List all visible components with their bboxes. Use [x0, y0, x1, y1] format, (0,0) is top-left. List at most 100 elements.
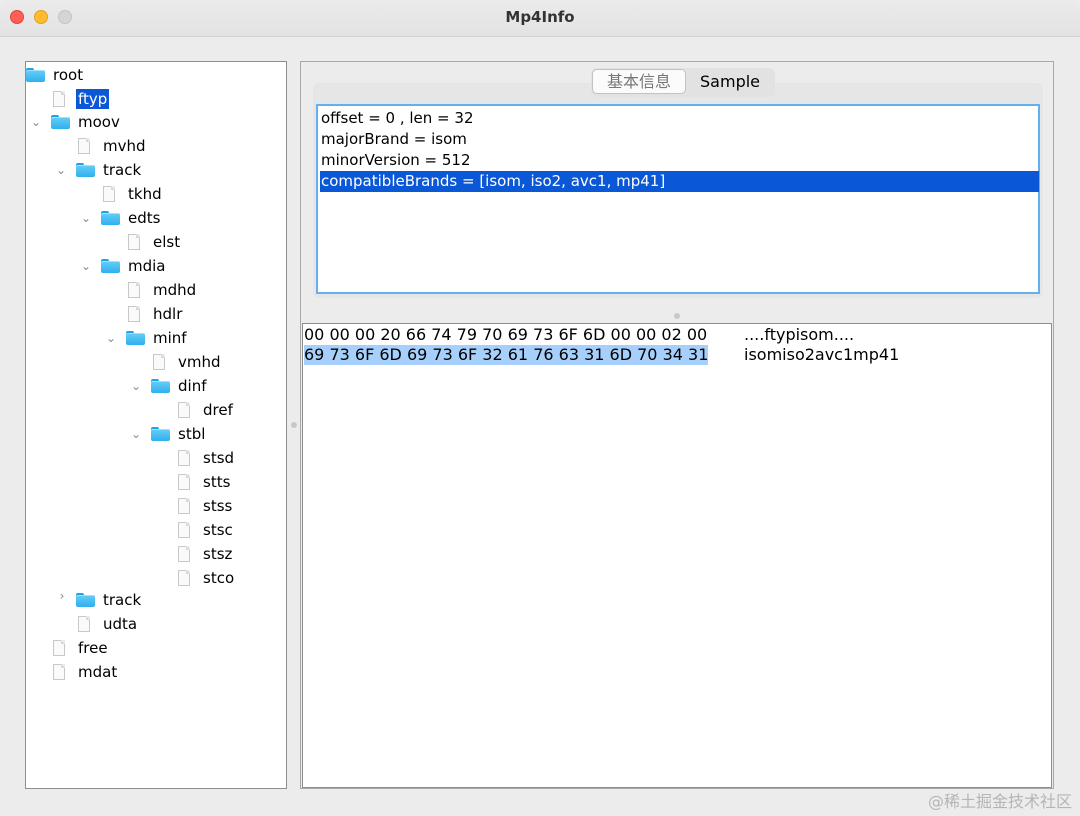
tree-node-stsc[interactable]: stsc — [178, 519, 235, 541]
file-icon — [128, 306, 140, 322]
box-info-list[interactable]: offset = 0 , len = 32 majorBrand = isom … — [316, 104, 1040, 294]
list-item[interactable]: compatibleBrands = [isom, iso2, avc1, mp… — [320, 171, 1039, 192]
tree-node-label: hdlr — [153, 305, 183, 323]
tree-node-root[interactable]: root — [26, 64, 85, 86]
tab-sample[interactable]: Sample — [686, 69, 774, 94]
tree-node-elst[interactable]: elst — [128, 231, 182, 253]
tree-node-mvhd[interactable]: mvhd — [78, 135, 148, 157]
file-icon — [53, 91, 65, 107]
ascii-line[interactable]: isomiso2avc1mp41 — [744, 345, 899, 365]
file-icon — [178, 522, 190, 538]
tab-basic-info[interactable]: 基本信息 — [592, 69, 687, 94]
tree-node-dref[interactable]: dref — [178, 399, 235, 421]
tab-bar: 基本信息 Sample — [591, 68, 776, 97]
tree-node-label: moov — [78, 113, 120, 131]
chevron-down-icon[interactable]: ⌄ — [30, 116, 42, 128]
tree-node-label: root — [53, 66, 84, 84]
file-icon — [53, 664, 65, 680]
tree-node-label: track — [103, 591, 142, 609]
tree-node-stbl[interactable]: stbl — [151, 423, 207, 445]
tree-node-mdhd[interactable]: mdhd — [128, 279, 198, 301]
tree-node-label: udta — [103, 615, 138, 633]
file-icon — [128, 234, 140, 250]
folder-icon — [76, 593, 95, 607]
tree-node-free[interactable]: free — [53, 637, 110, 659]
chevron-down-icon[interactable]: ⌄ — [105, 332, 117, 344]
tree-node-label: stco — [203, 569, 235, 587]
tree-node-mdia[interactable]: mdia — [101, 255, 168, 277]
tree-node-label: stts — [203, 473, 231, 491]
tree-node-hdlr[interactable]: hdlr — [128, 303, 184, 325]
tree-node-dinf[interactable]: dinf — [151, 375, 208, 397]
tree-node-moov[interactable]: moov — [51, 111, 122, 133]
folder-icon — [126, 331, 145, 345]
window-title: Mp4Info — [505, 8, 575, 26]
ascii-line[interactable]: ....ftypisom.... — [744, 325, 854, 345]
hex-bytes-line[interactable]: 69 73 6F 6D 69 73 6F 32 61 76 63 31 6D 7… — [304, 345, 709, 365]
tree-node-stco[interactable]: stco — [178, 567, 236, 589]
tree-node-label: tkhd — [128, 185, 162, 203]
tree-node-label: mdia — [128, 257, 166, 275]
file-icon — [78, 616, 90, 632]
tree-node-vmhd[interactable]: vmhd — [153, 351, 223, 373]
file-icon — [153, 354, 165, 370]
folder-icon — [101, 259, 120, 273]
tree-node-label: stsd — [203, 449, 235, 467]
tree-node-label: edts — [128, 209, 161, 227]
folder-icon — [51, 115, 70, 129]
file-icon — [178, 546, 190, 562]
tree-node-label: stbl — [178, 425, 206, 443]
tree-node-mdat[interactable]: mdat — [53, 661, 119, 683]
chevron-down-icon[interactable]: ⌄ — [80, 260, 92, 272]
tree-node-edts[interactable]: edts — [101, 207, 162, 229]
tree-node-stss[interactable]: stss — [178, 495, 234, 517]
vertical-split-handle[interactable] — [291, 422, 297, 428]
tree-node-minf[interactable]: minf — [126, 327, 189, 349]
tree-node-label: minf — [153, 329, 187, 347]
tree-node-ftyp[interactable]: ftyp — [53, 88, 110, 110]
chevron-down-icon[interactable]: ⌄ — [130, 380, 142, 392]
file-icon — [178, 450, 190, 466]
list-item[interactable]: offset = 0 , len = 32 — [320, 108, 1039, 129]
horizontal-split-handle[interactable] — [674, 313, 680, 319]
tree-node-label: mdat — [78, 663, 118, 681]
tree-node-label: dref — [203, 401, 233, 419]
folder-icon — [26, 68, 45, 82]
hex-bytes-line[interactable]: 00 00 00 20 66 74 79 70 69 73 6F 6D 00 0… — [304, 325, 707, 345]
chevron-down-icon[interactable]: ⌄ — [80, 212, 92, 224]
tree-node-tkhd[interactable]: tkhd — [103, 183, 164, 205]
folder-icon — [151, 379, 170, 393]
tree-node-label: dinf — [178, 377, 207, 395]
tree-node-label: elst — [153, 233, 181, 251]
chevron-down-icon[interactable]: ⌄ — [130, 428, 142, 440]
tree-node-label: stsz — [203, 545, 233, 563]
tree-node-udta[interactable]: udta — [78, 613, 139, 635]
file-icon — [178, 474, 190, 490]
tree-node-track[interactable]: track — [76, 159, 143, 181]
hex-view[interactable]: 00 00 00 20 66 74 79 70 69 73 6F 6D 00 0… — [302, 323, 1052, 788]
file-icon — [78, 138, 90, 154]
tree-node-stsd[interactable]: stsd — [178, 447, 236, 469]
tree-node-track-2[interactable]: track — [76, 589, 143, 611]
tree-node-label: stsc — [203, 521, 233, 539]
tree-node-label: mdhd — [153, 281, 197, 299]
box-tree[interactable]: root ftyp ⌄ moov mvhd ⌄ track tkhd ⌄ edt… — [25, 61, 287, 789]
tree-node-label: mvhd — [103, 137, 146, 155]
file-icon — [178, 570, 190, 586]
title-bar[interactable]: Mp4Info — [0, 0, 1080, 37]
tree-node-label: ftyp — [76, 89, 110, 109]
watermark: @稀土掘金技术社区 — [927, 792, 1072, 811]
tree-node-stts[interactable]: stts — [178, 471, 232, 493]
folder-icon — [101, 211, 120, 225]
list-item[interactable]: minorVersion = 512 — [320, 150, 1039, 171]
tree-node-label: stss — [203, 497, 233, 515]
file-icon — [178, 498, 190, 514]
tree-node-label: vmhd — [178, 353, 221, 371]
tree-node-stsz[interactable]: stsz — [178, 543, 234, 565]
chevron-right-icon[interactable]: › — [56, 590, 68, 602]
chevron-down-icon[interactable]: ⌄ — [55, 164, 67, 176]
folder-icon — [151, 427, 170, 441]
folder-icon — [76, 163, 95, 177]
list-item[interactable]: majorBrand = isom — [320, 129, 1039, 150]
file-icon — [103, 186, 115, 202]
